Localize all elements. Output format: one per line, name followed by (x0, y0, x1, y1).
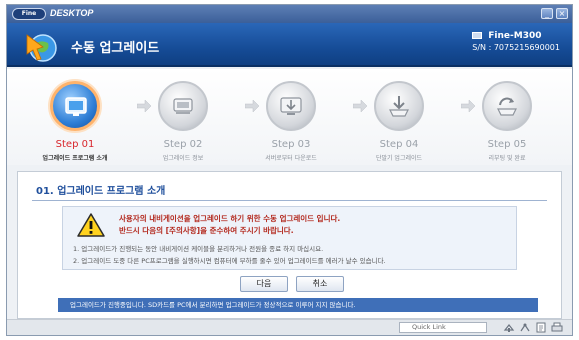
printer-icon[interactable] (551, 322, 563, 333)
status-message: 업그레이드가 진행중입니다. SD카드를 PC에서 분리하면 업그레이드가 정상… (58, 298, 538, 312)
section-divider (32, 200, 547, 201)
step-1-circle (50, 81, 100, 131)
next-button[interactable]: 다음 (240, 276, 288, 292)
step-3: Step 03 서버로부터 다운로드 (241, 69, 341, 165)
globe-icon (26, 34, 57, 62)
update-icon[interactable] (519, 322, 531, 333)
link-icon[interactable] (503, 322, 515, 333)
step-4-circle (374, 81, 424, 131)
step-4-title: Step 04 (379, 139, 419, 150)
step-indicator: Step 01 업그레이드 프로그램 소개 Step 02 업그레이드 정보 S… (7, 69, 572, 165)
warning-text-1: 사용자의 내비게이션을 업그레이드 하기 위한 수동 업그레이드 입니다. (119, 214, 341, 223)
step-3-subtitle: 서버로부터 다운로드 (265, 155, 317, 162)
page-title: 수동 업그레이드 (71, 41, 160, 56)
reboot-icon (497, 97, 517, 116)
section-title: 01. 업그레이드 프로그램 소개 (36, 186, 166, 197)
content-panel: 01. 업그레이드 프로그램 소개 사용자의 내비게이션을 업그레이드 하기 위… (17, 171, 562, 319)
step-2: Step 02 업그레이드 정보 (133, 69, 233, 165)
bottom-bar: Quick Link (7, 319, 572, 335)
step-2-title: Step 02 (163, 139, 203, 150)
notice-item-2: 2. 업그레이드 도중 다른 PC프로그램을 실행하시면 컴퓨터에 부하를 줄수… (73, 257, 386, 265)
warning-text-2: 반드시 다음의 [주의사항]을 준수하여 주시기 바랍니다. (119, 226, 294, 235)
device-serial: S/N : 7075215690001 (472, 43, 560, 52)
notice-item-1: 1. 업그레이드가 진행되는 동안 내비게이션 케이블을 분리하거나 전원을 종… (73, 245, 324, 253)
step-2-subtitle: 업그레이드 정보 (162, 155, 204, 162)
step-1-subtitle: 업그레이드 프로그램 소개 (42, 155, 108, 162)
upgrade-icon (389, 96, 409, 117)
document-icon[interactable] (535, 322, 547, 333)
brand-name: DESKTOP (50, 8, 94, 18)
cancel-button[interactable]: 취소 (296, 276, 344, 292)
step-5-title: Step 05 (487, 139, 527, 150)
close-button[interactable]: × (556, 8, 568, 19)
step-3-title: Step 03 (271, 139, 311, 150)
brand-logo: Fine (12, 8, 46, 20)
step-5-subtitle: 리부팅 및 완료 (488, 155, 526, 162)
notice-box: 사용자의 내비게이션을 업그레이드 하기 위한 수동 업그레이드 입니다. 반드… (62, 206, 517, 270)
title-bar: Fine DESKTOP _ × (7, 5, 572, 23)
step-4-subtitle: 단말기 업그레이드 (375, 155, 423, 162)
step-1-title: Step 01 (55, 139, 95, 150)
step-5-circle (482, 81, 532, 131)
step-5: Step 05 리부팅 및 완료 (457, 69, 557, 165)
device-icon (173, 98, 193, 114)
warning-icon (77, 213, 105, 237)
device-name: Fine-M300 (488, 31, 542, 41)
download-icon (280, 97, 302, 115)
monitor-icon (65, 97, 87, 116)
app-window: Fine DESKTOP _ × 수동 업그레이드 Fine-M300 S/N … (6, 4, 573, 336)
step-4: Step 04 단말기 업그레이드 (349, 69, 449, 165)
device-info: Fine-M300 S/N : 7075215690001 (472, 30, 560, 54)
step-2-circle (158, 81, 208, 131)
step-1: Step 01 업그레이드 프로그램 소개 (25, 69, 125, 165)
page-header: 수동 업그레이드 Fine-M300 S/N : 7075215690001 (7, 23, 572, 67)
quick-link-input[interactable]: Quick Link (399, 322, 487, 333)
step-3-circle (266, 81, 316, 131)
minimize-button[interactable]: _ (541, 8, 553, 19)
device-icon (472, 32, 483, 39)
